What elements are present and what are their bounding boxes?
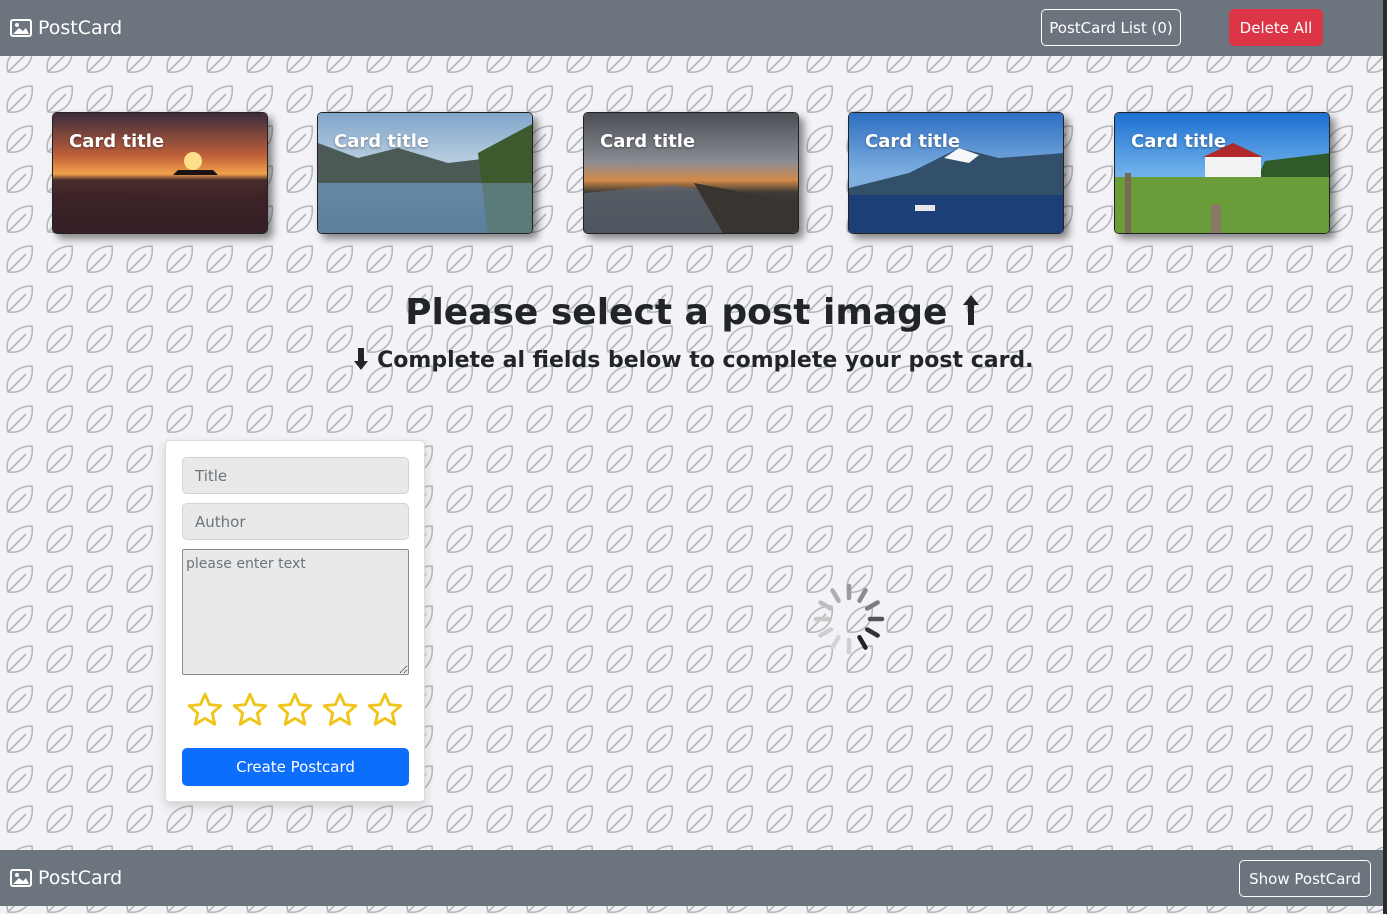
- postcard-image-card[interactable]: Card title: [1114, 112, 1330, 234]
- bottom-navbar: PostCard Show PostCard: [0, 850, 1387, 906]
- star-icon[interactable]: [321, 691, 359, 729]
- image-icon: [10, 869, 32, 887]
- postcard-form: Create Postcard: [165, 440, 425, 802]
- brand-label: PostCard: [38, 17, 123, 39]
- postcard-list-button[interactable]: PostCard List (0): [1041, 9, 1181, 46]
- author-input[interactable]: [182, 503, 409, 540]
- brand-label: PostCard: [38, 867, 123, 889]
- postcard-image-card[interactable]: Card title: [52, 112, 268, 234]
- arrow-down-icon: [354, 348, 369, 370]
- postcard-image-card[interactable]: Card title: [317, 112, 533, 234]
- create-postcard-button[interactable]: Create Postcard: [182, 748, 409, 786]
- window-edge: [1383, 0, 1387, 914]
- star-icon[interactable]: [186, 691, 224, 729]
- card-title: Card title: [865, 131, 961, 152]
- loading-spinner-icon: [813, 583, 885, 655]
- star-icon[interactable]: [366, 691, 404, 729]
- postcard-image-card[interactable]: Card title: [848, 112, 1064, 234]
- star-icon[interactable]: [231, 691, 269, 729]
- card-title: Card title: [334, 131, 430, 152]
- navbar-brand[interactable]: PostCard: [10, 0, 122, 56]
- show-postcard-button[interactable]: Show PostCard: [1239, 860, 1371, 897]
- heading-text: Please select a post image: [405, 292, 948, 333]
- top-navbar: PostCard PostCard List (0) Delete All: [0, 0, 1387, 56]
- delete-all-button[interactable]: Delete All: [1229, 9, 1323, 46]
- subheading-text: Complete al fields below to complete you…: [377, 348, 1034, 373]
- text-textarea[interactable]: [182, 549, 409, 675]
- star-rating: [186, 691, 411, 729]
- page-subheading: Complete al fields below to complete you…: [0, 347, 1387, 373]
- card-title: Card title: [1131, 131, 1227, 152]
- image-icon: [10, 19, 32, 37]
- footer-brand[interactable]: PostCard: [10, 850, 122, 906]
- card-title: Card title: [600, 131, 696, 152]
- title-input[interactable]: [182, 457, 409, 494]
- star-icon[interactable]: [276, 691, 314, 729]
- page-heading: Please select a post image: [0, 292, 1387, 333]
- card-title: Card title: [69, 131, 165, 152]
- postcard-image-card[interactable]: Card title: [583, 112, 799, 234]
- arrow-up-icon: [962, 295, 979, 325]
